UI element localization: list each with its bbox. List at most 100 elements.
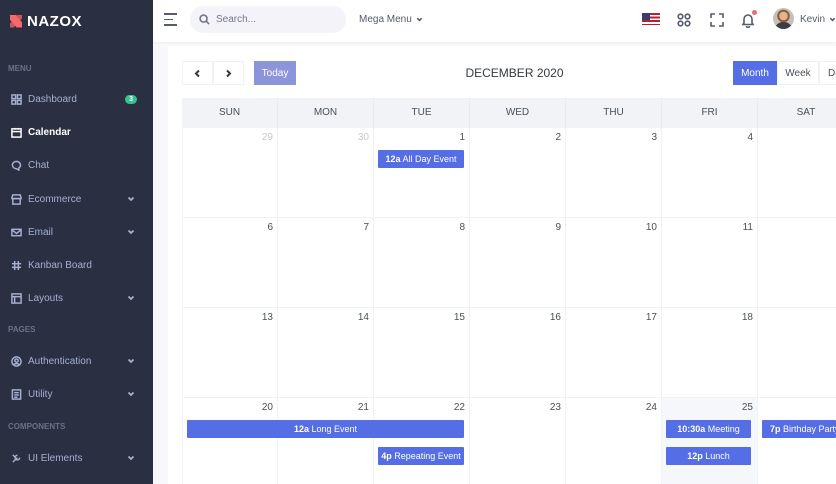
us-flag-icon[interactable]: [642, 13, 660, 25]
day-cell[interactable]: 9: [470, 218, 566, 308]
day-cell[interactable]: 6: [182, 218, 278, 308]
mega-menu-label: Mega Menu: [359, 14, 412, 25]
day-cell[interactable]: 30: [278, 128, 374, 218]
day-number: 9: [555, 222, 561, 233]
search-box[interactable]: [190, 6, 346, 33]
day-cell[interactable]: 15: [374, 308, 470, 398]
day-number: 2: [555, 132, 561, 143]
event-time: 12a: [293, 424, 309, 434]
day-cell[interactable]: 29: [182, 128, 278, 218]
calendar-event[interactable]: 12a All Day Event: [378, 150, 464, 168]
day-number: 14: [357, 312, 369, 323]
sidebar-item-chat[interactable]: Chat: [0, 153, 153, 177]
day-cell[interactable]: 4: [662, 128, 758, 218]
day-cell[interactable]: 1: [374, 128, 470, 218]
sidebar-item-ecommerce[interactable]: Ecommerce: [0, 187, 153, 211]
menu-toggle-icon[interactable]: [164, 13, 178, 27]
calendar-card: Today DECEMBER 2020 Month Week Day SUN M…: [168, 46, 836, 484]
chevron-down-icon: [127, 390, 135, 398]
sidebar-item-dashboard[interactable]: Dashboard 3: [0, 87, 153, 111]
day-number: 24: [645, 402, 657, 413]
chat-icon: [10, 159, 22, 171]
day-number: 7: [363, 222, 369, 233]
day-cell[interactable]: 11: [662, 218, 758, 308]
calendar-event[interactable]: 10:30a Meeting: [666, 420, 751, 438]
view-day-button[interactable]: Day: [819, 61, 836, 85]
day-cell[interactable]: 10: [566, 218, 662, 308]
weekday-label: TUE: [374, 98, 470, 128]
store-icon: [10, 193, 22, 205]
sidebar-item-kanban[interactable]: Kanban Board: [0, 253, 153, 277]
calendar-icon: [10, 126, 22, 138]
dashboard-icon: [10, 93, 22, 105]
calendar-event[interactable]: 4p Repeating Event: [378, 447, 464, 465]
weekday-label: SAT: [796, 107, 816, 118]
day-cell[interactable]: 22: [374, 398, 470, 484]
weekday-label: WED: [470, 98, 566, 128]
sidebar-item-label: Ecommerce: [28, 193, 82, 205]
sidebar-item-utility[interactable]: Utility: [0, 382, 153, 406]
view-month-button[interactable]: Month: [733, 61, 777, 85]
event-time: 12p: [687, 451, 703, 461]
avatar[interactable]: [773, 8, 794, 29]
day-number: 15: [453, 312, 465, 323]
sidebar: NAZOX MENU Dashboard 3 Calendar Chat Eco…: [0, 0, 153, 484]
calendar-event[interactable]: 12a Long Event: [187, 420, 464, 438]
dashboard-badge: 3: [125, 94, 137, 104]
event-title: All Day Event: [402, 154, 457, 164]
notification-bell-icon[interactable]: [740, 10, 757, 29]
sidebar-item-authentication[interactable]: Authentication: [0, 349, 153, 373]
calendar-event[interactable]: 12p Lunch: [666, 447, 751, 465]
day-cell[interactable]: 24: [566, 398, 662, 484]
chevron-down-icon: [127, 357, 135, 365]
sidebar-item-ui-elements[interactable]: UI Elements: [0, 446, 153, 470]
event-time: 12a: [385, 154, 401, 164]
day-cell[interactable]: 17: [566, 308, 662, 398]
day-number: 1: [459, 132, 465, 143]
day-cell[interactable]: [758, 308, 836, 398]
day-cell[interactable]: [758, 398, 836, 484]
user-menu[interactable]: Kevin: [800, 14, 836, 25]
view-week-button[interactable]: Week: [777, 61, 819, 85]
mega-menu-button[interactable]: Mega Menu: [359, 14, 423, 25]
day-cell[interactable]: [758, 218, 836, 308]
calendar-event[interactable]: 7p Birthday Party: [762, 420, 836, 438]
sidebar-item-label: Kanban Board: [28, 259, 92, 271]
day-cell[interactable]: 18: [662, 308, 758, 398]
chevron-down-icon: [127, 195, 135, 203]
day-number: 29: [261, 132, 273, 143]
sidebar-item-label: Chat: [28, 159, 50, 171]
sidebar-item-label: Email: [28, 226, 54, 238]
day-cell[interactable]: [758, 128, 836, 218]
search-icon: [199, 14, 210, 25]
day-cell[interactable]: 21: [278, 398, 374, 484]
sidebar-item-label: Layouts: [28, 292, 64, 304]
brand-name: NAZOX: [27, 12, 82, 30]
chevron-down-icon: [127, 228, 135, 236]
day-cell[interactable]: 2: [470, 128, 566, 218]
day-number: 11: [742, 222, 753, 233]
event-time: 10:30a: [677, 424, 706, 434]
search-input[interactable]: [216, 14, 336, 25]
sidebar-item-calendar[interactable]: Calendar: [0, 120, 153, 144]
apps-grid-icon[interactable]: [676, 12, 692, 28]
day-number: 21: [357, 402, 369, 413]
day-cell[interactable]: 7: [278, 218, 374, 308]
day-cell[interactable]: 8: [374, 218, 470, 308]
chevron-down-icon: [127, 454, 135, 462]
day-cell[interactable]: 25: [662, 398, 758, 484]
day-cell[interactable]: 14: [278, 308, 374, 398]
weekday-label: MON: [278, 98, 374, 128]
sidebar-item-email[interactable]: Email: [0, 220, 153, 244]
sidebar-item-layouts[interactable]: Layouts: [0, 286, 153, 310]
day-number: 3: [651, 132, 657, 143]
day-cell[interactable]: 13: [182, 308, 278, 398]
day-cell[interactable]: 20: [182, 398, 278, 484]
day-number: 8: [459, 222, 465, 233]
day-cell[interactable]: 23: [470, 398, 566, 484]
weekday-label: THU: [566, 98, 662, 128]
day-cell[interactable]: 16: [470, 308, 566, 398]
fullscreen-icon[interactable]: [709, 12, 725, 28]
brand[interactable]: NAZOX: [0, 0, 153, 42]
day-cell[interactable]: 3: [566, 128, 662, 218]
